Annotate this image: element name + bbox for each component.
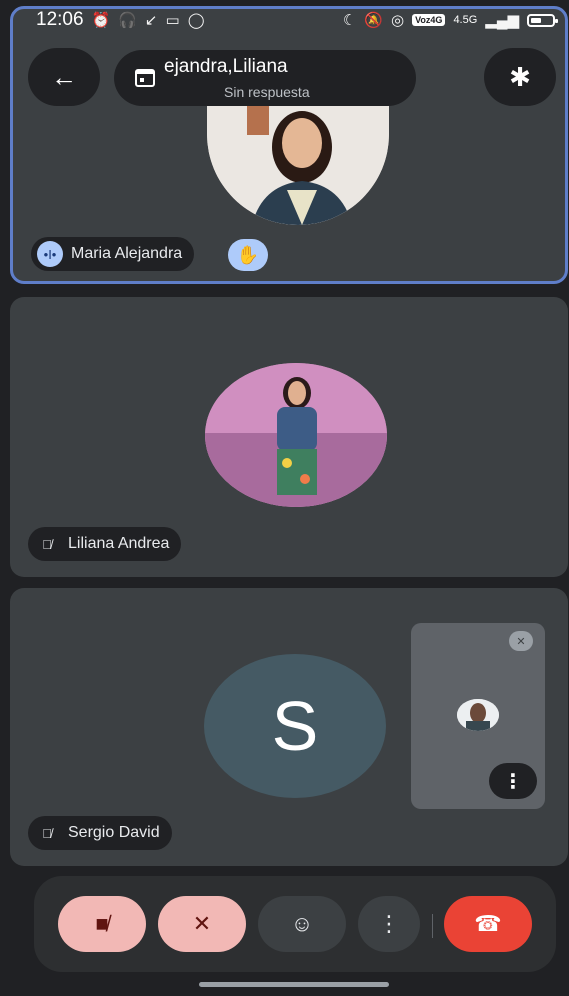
network-label: Voz4G [412,14,446,26]
alarm-icon: ⏰ [91,12,111,29]
participant-name: Sergio David [68,824,160,841]
participant-tile-sergio[interactable]: S ✕ ⋮ 🎙̸ Sergio David [10,588,568,866]
camera-toggle-button[interactable]: ■̸ [58,896,146,952]
participant-tile-liliana[interactable]: 🎙̸ Liliana Andrea [10,297,568,577]
name-chip: 🎙̸ Sergio David [28,816,172,850]
self-view[interactable]: ✕ ⋮ [411,623,545,809]
hotspot-icon: ◎ [391,12,405,29]
status-time: 12:06 [36,9,84,30]
reactions-button[interactable]: ☺ [258,896,346,952]
name-chip: 🎙̸ Liliana Andrea [28,527,182,561]
mic-off-icon: 🎙̸ [42,536,52,552]
battery-icon [527,13,558,27]
participant-name: Liliana Andrea [68,535,170,552]
mic-off-icon: ✕ [509,631,533,651]
participant-name: Maria Alejandra [71,245,183,262]
raised-hand-icon: ✋ [228,239,268,271]
participant-initial-avatar: S [204,654,386,798]
mic-off-icon: ✕ [192,911,212,936]
video-icon: ▭ [165,12,180,29]
end-call-button[interactable]: ☎ [444,896,532,952]
arrow-left-icon: ← [51,61,77,92]
calendar-icon [135,69,155,87]
mic-toggle-button[interactable]: ✕ [158,896,246,952]
participant-photo [205,363,387,507]
mic-off-icon: 🎙̸ [42,825,52,841]
signal-icon: ▂▄▆ [485,12,519,29]
call-title: ejandra,Liliana [164,56,288,77]
back-button[interactable]: ← [28,48,100,106]
end-call-icon: ☎ [474,911,502,936]
bluetooth-icon: ✱ [509,61,531,92]
whatsapp-icon: ◯ [187,12,205,29]
camera-off-icon: ■̸ [95,911,109,936]
participant-photo [207,95,389,225]
call-title-pill[interactable]: ejandra,Liliana Sin respuesta [114,50,416,106]
signal-label: 4.5G [453,14,478,26]
call-controls: ■̸ ✕ ☺ ⋮ ☎ [34,876,556,972]
name-chip: •I• Maria Alejandra [31,237,195,271]
call-subtitle: Sin respuesta [224,84,310,100]
bell-off-icon: 🔕 [364,12,383,29]
more-vert-icon: ⋮ [378,911,400,936]
self-photo [457,699,499,731]
moon-icon: ☾ [342,12,357,29]
bluetooth-button[interactable]: ✱ [484,48,556,106]
self-view-more-button[interactable]: ⋮ [489,763,537,799]
emoji-icon: ☺ [290,911,314,936]
status-bar: 12:06 ⏰ 🎧 ↙ ▭ ◯ ☾ 🔕 ◎ Voz4G 4.5G ▂▄▆ [0,0,569,40]
more-options-button[interactable]: ⋮ [358,896,420,952]
call-header: ← ejandra,Liliana Sin respuesta ✱ [28,48,556,106]
controls-divider [432,914,433,938]
headset-icon: 🎧 [118,12,137,29]
arrow-icon: ↙ [144,12,158,29]
home-indicator[interactable] [199,982,389,987]
speaking-icon: •I• [37,241,63,267]
